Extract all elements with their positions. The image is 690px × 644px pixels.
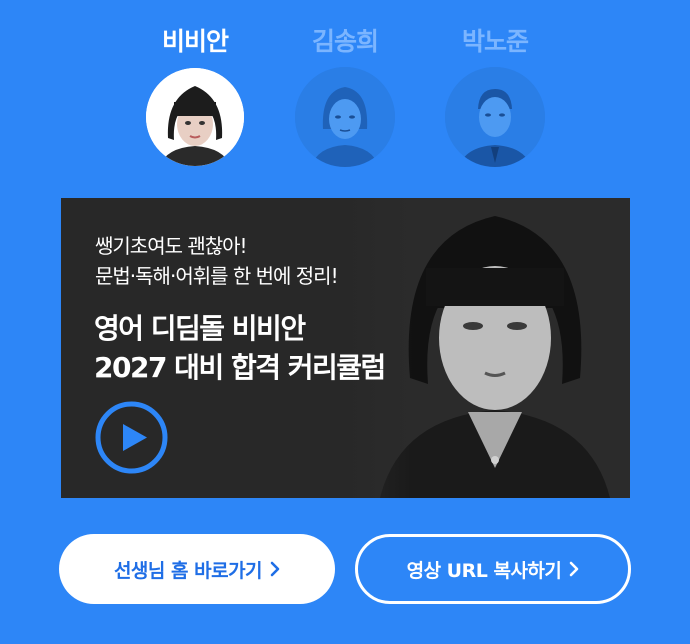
chevron-right-icon — [270, 561, 280, 577]
teacher-portrait-icon — [146, 68, 244, 166]
lecture-banner[interactable]: 쌩기초여도 괜찮아! 문법·독해·어휘를 한 번에 정리! 영어 디딤돌 비비안… — [61, 198, 630, 498]
tab-teacher-3-label: 박노준 — [461, 27, 529, 56]
avatar — [445, 67, 545, 167]
banner-headline-line1: 영어 디딤돌 비비안 — [94, 312, 306, 345]
teacher-portrait-icon — [445, 67, 545, 167]
chevron-right-icon — [570, 561, 579, 577]
tab-teacher-2[interactable]: 김송희 — [270, 0, 420, 180]
tab-teacher-3[interactable]: 박노준 — [420, 0, 570, 180]
avatar — [295, 67, 395, 167]
teacher-home-button-label: 선생님 홈 바로가기 — [113, 559, 263, 582]
tab-teacher-1[interactable]: 비비안 — [120, 0, 270, 180]
banner-headline-line2: 2027 대비 합격 커리큘럼 — [94, 351, 386, 384]
tab-teacher-2-label: 김송희 — [311, 27, 379, 56]
teacher-portrait-icon — [295, 67, 395, 167]
banner-subtitle-line2: 문법·독해·어휘를 한 번에 정리! — [95, 264, 339, 288]
copy-url-button[interactable]: 영상 URL 복사하기 — [355, 534, 631, 604]
play-circle-icon[interactable] — [95, 401, 168, 474]
copy-url-button-label: 영상 URL 복사하기 — [406, 559, 562, 582]
avatar — [146, 68, 244, 166]
tab-teacher-1-label: 비비안 — [161, 27, 229, 56]
banner-subtitle-line1: 쌩기초여도 괜찮아! — [95, 234, 248, 258]
teacher-tabs: 비비안 김송희 박노준 — [0, 0, 690, 180]
teacher-home-button[interactable]: 선생님 홈 바로가기 — [59, 534, 335, 604]
